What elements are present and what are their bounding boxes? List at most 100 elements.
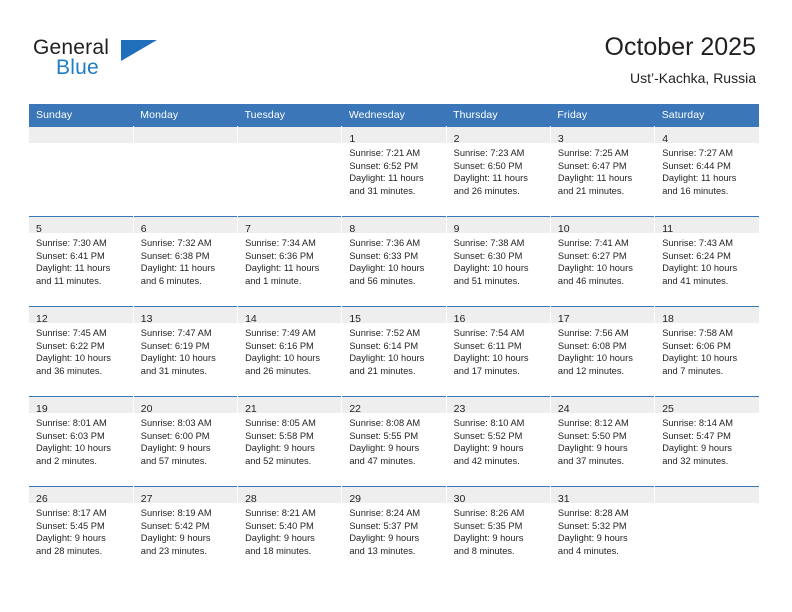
day-detail-line: and 32 minutes.: [662, 455, 729, 466]
calendar-day-cell[interactable]: 14 Sunrise: 7:49 AM Sunset: 6:16 PM Dayligh…: [237, 306, 343, 397]
calendar-day-cell[interactable]: 25 Sunrise: 8:14 AM Sunset: 5:47 PM Dayligh…: [654, 396, 759, 487]
day-detail-line: and 13 minutes.: [349, 545, 416, 556]
day-number-band: 23: [446, 397, 550, 415]
logo-triangle-icon: [121, 40, 157, 61]
day-number-band: [133, 127, 238, 143]
calendar-day-cell[interactable]: 3 Sunrise: 7:25 AM Sunset: 6:47 PM Daylight…: [550, 126, 656, 217]
day-number-band: 26: [29, 487, 133, 505]
day-number: 21: [245, 403, 257, 415]
calendar-day-cell[interactable]: 15 Sunrise: 7:52 AM Sunset: 6:14 PM Dayligh…: [341, 306, 447, 397]
general-blue-logo[interactable]: General Blue: [33, 36, 213, 86]
day-detail-line: Sunset: 5:42 PM: [140, 520, 210, 531]
day-detail-line: Daylight: 9 hours: [140, 533, 211, 544]
calendar-day-cell[interactable]: 16 Sunrise: 7:54 AM Sunset: 6:11 PM Dayligh…: [446, 306, 551, 397]
calendar-day-cell[interactable]: 12 Sunrise: 7:45 AM Sunset: 6:22 PM Dayligh…: [29, 306, 134, 397]
day-detail-line: Sunset: 6:00 PM: [140, 430, 210, 441]
day-detail-line: and 6 minutes.: [140, 275, 202, 286]
day-detail-line: and 42 minutes.: [453, 455, 520, 466]
day-cell-details: Sunrise: 7:32 AM Sunset: 6:38 PM Daylight:…: [134, 233, 237, 287]
day-cell-details: Sunrise: 7:34 AM Sunset: 6:36 PM Daylight:…: [238, 233, 341, 287]
weekday-header-saturday: Saturday: [654, 104, 759, 127]
day-detail-line: Sunset: 6:38 PM: [140, 250, 210, 261]
calendar-day-cell[interactable]: 8 Sunrise: 7:36 AM Sunset: 6:33 PM Daylight…: [341, 216, 447, 307]
day-cell-details: [134, 143, 237, 147]
calendar-day-cell[interactable]: 9 Sunrise: 7:38 AM Sunset: 6:30 PM Daylight…: [446, 216, 551, 307]
calendar-day-cell[interactable]: 22 Sunrise: 8:08 AM Sunset: 5:55 PM Dayligh…: [341, 396, 447, 487]
day-detail-line: Daylight: 10 hours: [36, 353, 111, 364]
day-cell-details: Sunrise: 7:49 AM Sunset: 6:16 PM Daylight:…: [238, 323, 341, 377]
calendar-day-cell[interactable]: 30 Sunrise: 8:26 AM Sunset: 5:35 PM Dayligh…: [446, 486, 551, 577]
day-number-band: 2: [446, 127, 550, 145]
day-number-band: 18: [655, 307, 759, 325]
day-cell-details: Sunrise: 7:21 AM Sunset: 6:52 PM Daylight:…: [342, 143, 445, 197]
day-detail-line: Sunset: 6:52 PM: [349, 160, 419, 171]
day-number: 8: [349, 223, 356, 235]
day-detail-line: Sunrise: 8:01 AM: [36, 418, 107, 428]
calendar-day-cell[interactable]: 2 Sunrise: 7:23 AM Sunset: 6:50 PM Daylight…: [446, 126, 551, 217]
day-detail-line: Sunrise: 7:38 AM: [453, 238, 525, 248]
calendar-day-cell[interactable]: 26 Sunrise: 8:17 AM Sunset: 5:45 PM Dayligh…: [29, 486, 134, 577]
calendar-day-cell[interactable]: 1 Sunrise: 7:21 AM Sunset: 6:52 PM Daylight…: [341, 126, 447, 217]
day-detail-line: Sunset: 6:47 PM: [557, 160, 627, 171]
day-detail-line: Sunrise: 7:23 AM: [453, 148, 525, 158]
day-number-band: 3: [550, 127, 655, 145]
day-detail-line: and 4 minutes.: [557, 545, 619, 556]
calendar-day-cell[interactable]: 21 Sunrise: 8:05 AM Sunset: 5:58 PM Dayligh…: [237, 396, 343, 487]
calendar-day-cell[interactable]: 17 Sunrise: 7:56 AM Sunset: 6:08 PM Dayligh…: [550, 306, 656, 397]
calendar-day-cell[interactable]: 27 Sunrise: 8:19 AM Sunset: 5:42 PM Dayligh…: [133, 486, 239, 577]
day-detail-line: Daylight: 10 hours: [662, 263, 738, 274]
calendar-day-cell[interactable]: 18 Sunrise: 7:58 AM Sunset: 6:06 PM Dayligh…: [654, 306, 759, 397]
day-detail-line: and 46 minutes.: [557, 275, 625, 286]
weekday-header-tuesday: Tuesday: [237, 104, 342, 127]
day-detail-line: and 37 minutes.: [557, 455, 625, 466]
day-detail-line: Sunset: 6:19 PM: [140, 340, 210, 351]
day-detail-line: Sunset: 6:41 PM: [36, 250, 105, 261]
weekday-header-wednesday: Wednesday: [341, 104, 447, 127]
day-number-band: 28: [238, 487, 342, 505]
calendar-day-cell[interactable]: 28 Sunrise: 8:21 AM Sunset: 5:40 PM Dayligh…: [237, 486, 343, 577]
day-cell-details: Sunrise: 8:12 AM Sunset: 5:50 PM Daylight:…: [551, 413, 654, 467]
calendar-day-cell[interactable]: 19 Sunrise: 8:01 AM Sunset: 6:03 PM Dayligh…: [29, 396, 134, 487]
calendar-day-cell[interactable]: 11 Sunrise: 7:43 AM Sunset: 6:24 PM Dayligh…: [654, 216, 759, 307]
calendar-day-cell[interactable]: 23 Sunrise: 8:10 AM Sunset: 5:52 PM Dayligh…: [446, 396, 551, 487]
day-detail-line: Daylight: 10 hours: [557, 353, 633, 364]
day-number: 17: [557, 313, 570, 325]
calendar-day-cell[interactable]: 13 Sunrise: 7:47 AM Sunset: 6:19 PM Dayligh…: [133, 306, 239, 397]
day-detail-line: Daylight: 9 hours: [662, 443, 732, 454]
calendar-day-cell[interactable]: 20 Sunrise: 8:03 AM Sunset: 6:00 PM Dayligh…: [133, 396, 239, 487]
calendar-day-cell[interactable]: 29 Sunrise: 8:24 AM Sunset: 5:37 PM Dayligh…: [341, 486, 447, 577]
calendar-day-cell[interactable]: 4 Sunrise: 7:27 AM Sunset: 6:44 PM Daylight…: [654, 126, 759, 217]
day-detail-line: Sunset: 6:11 PM: [453, 340, 522, 351]
calendar-day-cell[interactable]: 7 Sunrise: 7:34 AM Sunset: 6:36 PM Daylight…: [237, 216, 343, 307]
day-detail-line: Sunset: 5:35 PM: [453, 520, 523, 531]
day-cell-details: Sunrise: 8:28 AM Sunset: 5:32 PM Daylight:…: [551, 503, 654, 557]
day-number-band: 9: [446, 217, 550, 235]
day-cell-details: Sunrise: 7:36 AM Sunset: 6:33 PM Daylight:…: [342, 233, 445, 287]
day-number-band: [655, 487, 759, 503]
calendar-day-cell[interactable]: 24 Sunrise: 8:12 AM Sunset: 5:50 PM Dayligh…: [550, 396, 656, 487]
day-cell-details: Sunrise: 8:01 AM Sunset: 6:03 PM Daylight:…: [29, 413, 133, 467]
day-cell-details: Sunrise: 8:21 AM Sunset: 5:40 PM Daylight:…: [238, 503, 341, 557]
page-title: October 2025: [604, 33, 757, 61]
day-cell-details: [29, 143, 133, 147]
calendar-day-cell[interactable]: 10 Sunrise: 7:41 AM Sunset: 6:27 PM Dayligh…: [550, 216, 656, 307]
day-detail-line: Sunrise: 8:14 AM: [662, 418, 733, 428]
page-header: General Blue October 2025 Ust’-Kachka, R…: [0, 0, 792, 100]
day-detail-line: Sunrise: 8:21 AM: [245, 508, 316, 518]
day-number-band: 8: [342, 217, 446, 235]
day-number-band: 7: [238, 217, 342, 235]
day-detail-line: and 51 minutes.: [453, 275, 520, 286]
day-detail-line: Sunrise: 7:56 AM: [557, 328, 629, 338]
page-subtitle: Ust’-Kachka, Russia: [629, 70, 756, 86]
calendar-day-cell-empty: [29, 126, 134, 217]
calendar-day-cell[interactable]: 6 Sunrise: 7:32 AM Sunset: 6:38 PM Daylight…: [133, 216, 239, 307]
calendar-day-cell[interactable]: 31 Sunrise: 8:28 AM Sunset: 5:32 PM Dayligh…: [550, 486, 656, 577]
day-number: 30: [453, 493, 466, 505]
day-cell-details: Sunrise: 7:54 AM Sunset: 6:11 PM Daylight:…: [447, 323, 550, 377]
weekday-header-sunday: Sunday: [29, 104, 134, 127]
calendar-week-row: 12 Sunrise: 7:45 AM Sunset: 6:22 PM Dayligh…: [29, 306, 759, 397]
logo-text-blue: Blue: [56, 56, 99, 79]
day-detail-line: Sunrise: 7:47 AM: [140, 328, 212, 338]
calendar-day-cell[interactable]: 5 Sunrise: 7:30 AM Sunset: 6:41 PM Daylight…: [29, 216, 134, 307]
calendar-day-cell-empty: [237, 126, 343, 217]
